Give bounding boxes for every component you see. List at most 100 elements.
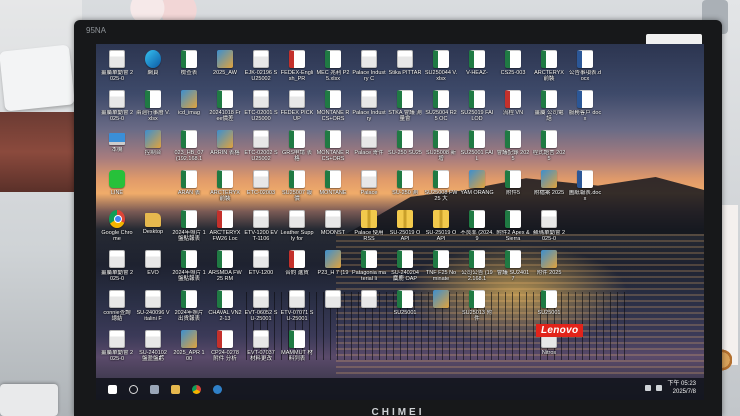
desktop-icon[interactable]: 公告事項表.docx bbox=[568, 48, 602, 88]
desktop-icon[interactable]: CHAVAL VN22-13 bbox=[208, 288, 242, 328]
desktop-icon[interactable]: ETV-07071 SU-25001 bbox=[280, 288, 314, 328]
desktop-icon[interactable]: ARSMDA FW25 RM bbox=[208, 248, 242, 288]
desktop-icon[interactable] bbox=[424, 288, 458, 328]
desktop-icon[interactable]: 薑屬 公司電話 bbox=[532, 88, 566, 128]
chrome-taskbar-icon[interactable] bbox=[192, 384, 201, 394]
edge-taskbar-icon[interactable] bbox=[213, 384, 222, 394]
desktop-icon[interactable]: 附檔案 2025 bbox=[532, 168, 566, 208]
desktop-icon[interactable]: ARC'TERYX FW26 Loc bbox=[208, 208, 242, 248]
desktop-icon[interactable]: Desktop bbox=[136, 208, 170, 248]
desktop-icon[interactable]: ETC-02002 SU25002 bbox=[244, 128, 278, 168]
desktop-icon[interactable]: 2024年照片 1盤點報表 bbox=[172, 208, 206, 248]
desktop-icon[interactable]: 流程 VN bbox=[496, 88, 530, 128]
desktop-icon[interactable]: ETV-1200 bbox=[244, 248, 278, 288]
desktop-icon[interactable]: 控制台 bbox=[136, 128, 170, 168]
desktop-icon[interactable]: 薑屬單動會 2025-0 bbox=[100, 48, 134, 88]
desktop-icon[interactable]: SU25004 R25 OC bbox=[424, 88, 458, 128]
desktop-icon[interactable]: ETC-02003 bbox=[244, 168, 278, 208]
desktop-icon[interactable]: 023_HB_07 (192.168.1 bbox=[172, 128, 206, 168]
desktop-icon[interactable]: 公司公告 (192.168.1 bbox=[460, 248, 494, 288]
desktop-icon[interactable]: SU-25019 OAPI bbox=[388, 208, 422, 248]
desktop-icon[interactable]: 本機 bbox=[100, 128, 134, 168]
desktop-icon[interactable]: 會議記錄 2025 bbox=[496, 128, 530, 168]
desktop-icon[interactable]: MOONST bbox=[316, 208, 350, 248]
taskbar-clock[interactable]: 下午 05:23 2025/7/8 bbox=[667, 380, 696, 396]
desktop-icon[interactable]: SU25008 新增 bbox=[424, 128, 458, 168]
desktop-icon[interactable]: SU25001 bbox=[532, 288, 566, 328]
desktop-icon[interactable]: ARCTERYX 前裝 bbox=[532, 48, 566, 88]
desktop-icon[interactable]: SU-240204 麋鹿 OAP bbox=[388, 248, 422, 288]
desktop-icon[interactable]: STKA 會議 測量會 bbox=[388, 88, 422, 128]
desktop-icon[interactable]: MEC 兆利 P25.xlsx bbox=[316, 48, 350, 88]
desktop-icon[interactable]: Patagonia material li bbox=[352, 248, 386, 288]
desktop-icon[interactable]: 會議 SU24017 bbox=[496, 248, 530, 288]
desktop-icon[interactable]: 附件 2025 bbox=[532, 248, 566, 288]
desktop-icon[interactable]: V-HEAZ- bbox=[460, 48, 494, 88]
desktop-icon[interactable]: 2024年照片 出貨報表 bbox=[172, 288, 206, 328]
desktop-icon[interactable]: MONTANE RCS+ORS bbox=[316, 128, 350, 168]
search-icon[interactable] bbox=[129, 384, 138, 394]
desktop-icon[interactable]: ARRIN 表格 bbox=[208, 128, 242, 168]
desktop-icon[interactable]: Palace 寄件 bbox=[352, 128, 386, 168]
desktop-icon[interactable]: P23_H 7 (19 bbox=[316, 248, 350, 288]
network-icon[interactable] bbox=[645, 385, 652, 391]
desktop-icon[interactable]: 服務客戶 docx bbox=[568, 88, 602, 128]
desktop-icon[interactable]: Google Chrome bbox=[100, 208, 134, 248]
desktop-icon[interactable]: CS25-003 bbox=[496, 48, 530, 88]
desktop-icon[interactable]: Leather Supply for bbox=[280, 208, 314, 248]
desktop-icon[interactable]: 不良率 (2024.9 bbox=[460, 208, 494, 248]
desktop-icon[interactable]: Palace bbox=[352, 168, 386, 208]
desktop-icon[interactable]: SU250044 V.xlsx bbox=[424, 48, 458, 88]
desktop-icon[interactable]: SU25001 bbox=[388, 288, 422, 328]
desktop-icon[interactable] bbox=[352, 288, 386, 328]
desktop-icon[interactable]: 薑屬單動會 2025-0 bbox=[100, 328, 134, 368]
desktop-icon[interactable]: SU-25019 OAPI bbox=[424, 208, 458, 248]
desktop-icon[interactable]: Palace Industry bbox=[352, 88, 386, 128]
desktop-icon[interactable]: 薑屬單動會 2025-0 bbox=[100, 88, 134, 128]
desktop-icon[interactable]: ETC-02001 SU25000 bbox=[244, 88, 278, 128]
desktop-icon[interactable] bbox=[316, 288, 350, 328]
desktop-icon[interactable]: SU-250 SU25 bbox=[388, 128, 422, 168]
desktop-icon[interactable]: ARCTERYX 前裝 bbox=[208, 168, 242, 208]
desktop-icon[interactable]: EJK-02196 SU25002 bbox=[244, 48, 278, 88]
desktop-icon[interactable]: 網頁 bbox=[136, 48, 170, 88]
desktop-icon[interactable]: 合約 進貨 bbox=[280, 248, 314, 288]
desktop-icon[interactable]: SU25001 FAIL bbox=[460, 128, 494, 168]
desktop-icon[interactable]: 附件2 Apex & Sierra bbox=[496, 208, 530, 248]
desktop-icon[interactable]: FEDEX-English_PR bbox=[280, 48, 314, 88]
desktop-icon[interactable]: MONTANE bbox=[316, 168, 350, 208]
desktop-icon[interactable]: connie查詢 總結 bbox=[100, 288, 134, 328]
desktop-icon[interactable]: Stika PITTAR bbox=[388, 48, 422, 88]
desktop-icon[interactable]: SU25007 報價 bbox=[280, 168, 314, 208]
desktop-icon[interactable]: ARAN 表 bbox=[172, 168, 206, 208]
desktop-icon[interactable]: icd_imag bbox=[172, 88, 206, 128]
desktop-icon[interactable]: 圖紙報表.docx bbox=[568, 168, 602, 208]
desktop-icon[interactable]: 2025_APR 100 bbox=[172, 328, 206, 368]
desktop-icon[interactable]: MAMMUT 材料列表 bbox=[280, 328, 314, 368]
desktop-icon[interactable]: YAM ORANG bbox=[460, 168, 494, 208]
desktop-icon[interactable]: 20241018 Free價差 bbox=[208, 88, 242, 128]
desktop-icon[interactable]: 蘇瑪單動會 2025-0 bbox=[532, 208, 566, 248]
desktop-icon[interactable]: SU25008 FW25 大 bbox=[424, 168, 458, 208]
desktop-icon[interactable]: 兩週行事曆 V.xlsx bbox=[136, 88, 170, 128]
file-explorer-icon[interactable] bbox=[171, 384, 180, 394]
desktop-icon[interactable]: EVT-07037 材料更改 bbox=[244, 328, 278, 368]
desktop-icon[interactable]: TNF F25 Nominate bbox=[424, 248, 458, 288]
desktop-icon[interactable]: 檢查表 bbox=[172, 48, 206, 88]
desktop-icon[interactable]: CP24-0278 附件 分析 bbox=[208, 328, 242, 368]
desktop-icon[interactable]: SU-250 測 bbox=[388, 168, 422, 208]
desktop-icon[interactable]: GRS申請 表格 bbox=[280, 128, 314, 168]
desktop-icon[interactable]: SU-240102 盤盈盤虧 bbox=[136, 328, 170, 368]
desktop-icon[interactable]: LINE bbox=[100, 168, 134, 208]
desktop-icon[interactable]: 附件5 bbox=[496, 168, 530, 208]
desktop-icon[interactable]: SU25019 FAILOD bbox=[460, 88, 494, 128]
desktop-icon[interactable]: EVT-06052 SU-25001 bbox=[244, 288, 278, 328]
desktop-icon[interactable]: SU-240096 Vitalini F bbox=[136, 288, 170, 328]
start-icon[interactable] bbox=[108, 384, 117, 394]
desktop-icon[interactable]: 程式語言 2025 bbox=[532, 128, 566, 168]
desktop-icon[interactable]: MONTANE RCS+ORS bbox=[316, 88, 350, 128]
volume-icon[interactable] bbox=[656, 385, 663, 391]
desktop-icon[interactable]: FEDEX PICK UP bbox=[280, 88, 314, 128]
desktop-icon[interactable]: 薑屬單動會 2025-0 bbox=[100, 248, 134, 288]
desktop-icon[interactable]: ETV-1200 EVT-1106 bbox=[244, 208, 278, 248]
